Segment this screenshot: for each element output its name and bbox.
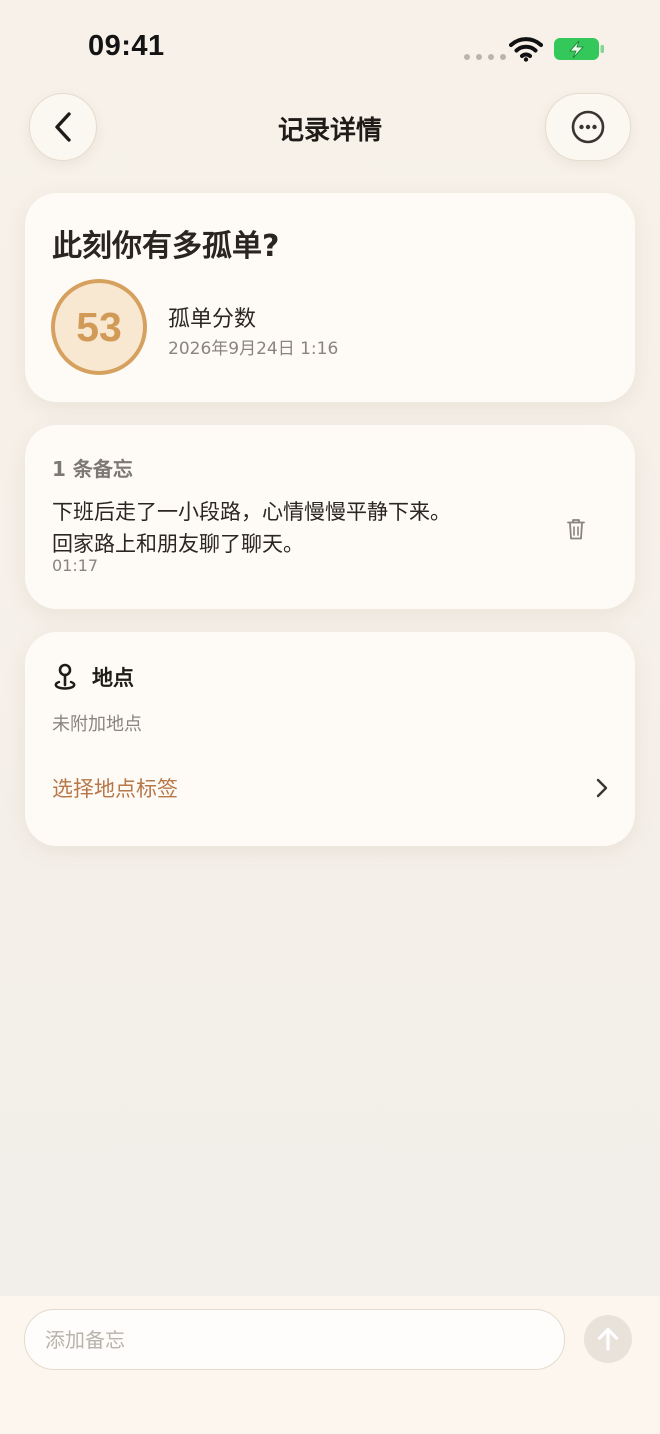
select-location-tag-label: 选择地点标签 (52, 777, 178, 801)
add-note-input[interactable] (24, 1309, 565, 1370)
note-text-line: 回家路上和朋友聊了聊天。 (52, 532, 304, 556)
battery-charging-icon (554, 38, 604, 60)
select-location-tag-button[interactable]: 选择地点标签 (25, 762, 635, 814)
notes-card: 1 条备忘 下班后走了一小段路，心情慢慢平静下来。 回家路上和朋友聊了聊天。 0… (25, 425, 635, 609)
location-header: 地点 (52, 662, 134, 692)
more-options-button[interactable] (545, 93, 631, 161)
location-title: 地点 (92, 666, 134, 690)
status-time: 09:41 (88, 30, 165, 62)
score-label: 孤单分数 (168, 307, 257, 332)
note-input-bar (0, 1296, 660, 1434)
notes-count: 1 条备忘 (52, 457, 133, 481)
note-text-line: 下班后走了一小段路，心情慢慢平静下来。 (52, 500, 451, 524)
status-bar: 09:41 (0, 0, 660, 90)
location-card: 地点 未附加地点 选择地点标签 (25, 632, 635, 846)
score-value: 53 (76, 303, 122, 350)
wifi-icon (509, 37, 543, 62)
location-empty-text: 未附加地点 (52, 714, 142, 735)
more-horizontal-icon (571, 110, 605, 144)
cellular-signal-icon (464, 54, 506, 60)
score-ring: 53 (51, 279, 147, 375)
score-date: 2026年9月24日 1:16 (168, 339, 339, 359)
score-question: 此刻你有多孤单? (52, 229, 280, 264)
note-text: 下班后走了一小段路，心情慢慢平静下来。 回家路上和朋友聊了聊天。 (52, 496, 451, 560)
send-button[interactable] (584, 1315, 632, 1363)
note-time: 01:17 (52, 556, 99, 575)
arrow-up-icon (597, 1327, 619, 1351)
chevron-right-icon (596, 778, 608, 798)
score-card: 此刻你有多孤单? 53 孤单分数 2026年9月24日 1:16 (25, 193, 635, 402)
map-pin-icon (54, 663, 76, 690)
trash-icon[interactable] (565, 517, 587, 541)
